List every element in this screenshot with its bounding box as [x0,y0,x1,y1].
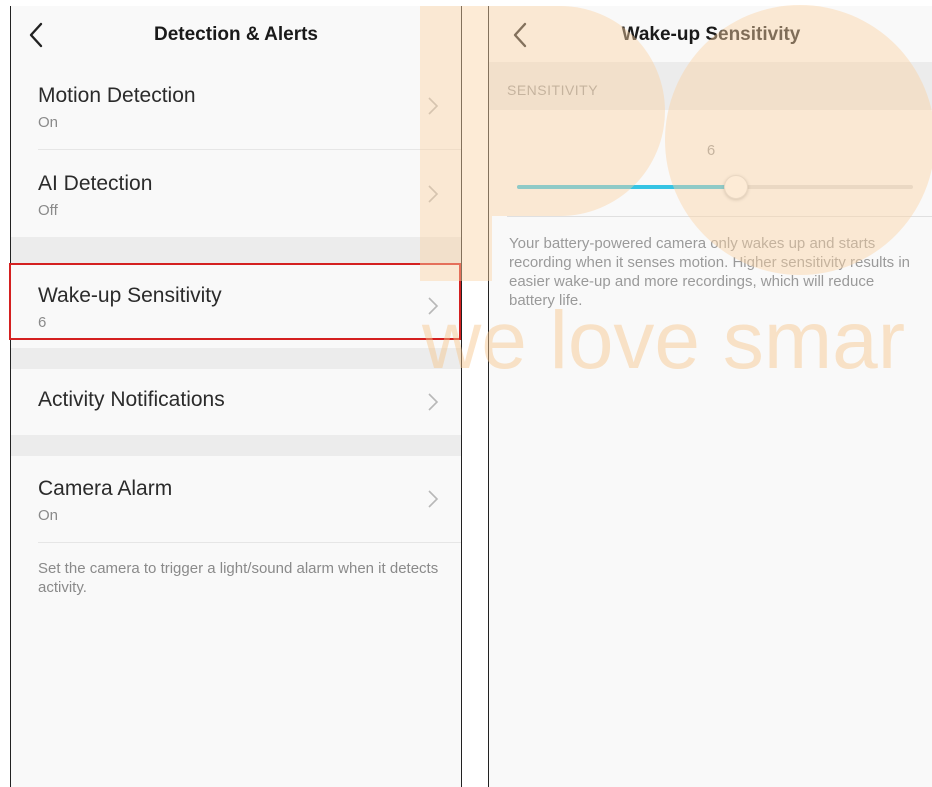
section-gap [11,348,461,369]
sensitivity-description: Your battery-powered camera only wakes u… [509,235,911,309]
row-wake-up-sensitivity[interactable]: Wake-up Sensitivity 6 [11,263,461,348]
row-status: 6 [38,314,47,331]
chevron-right-icon [428,297,439,315]
chevron-right-icon [428,185,439,203]
wake-up-sensitivity-screen: Wake-up Sensitivity SENSITIVITY 6 Your b… [488,6,932,787]
section-divider [507,216,932,217]
sensitivity-slider[interactable] [517,175,913,199]
page-title: Wake-up Sensitivity [621,24,801,45]
camera-alarm-footnote: Set the camera to trigger a light/sound … [38,560,439,596]
row-status: On [38,114,59,131]
slider-fill [517,185,735,189]
row-status: Off [38,202,58,219]
section-gap [11,237,461,263]
chevron-right-icon [428,97,439,115]
row-title: AI Detection [38,172,153,195]
detection-alerts-screen: Detection & Alerts Motion Detection On A… [10,6,462,787]
row-title: Motion Detection [38,84,196,107]
row-status: On [38,507,59,524]
row-title: Wake-up Sensitivity [38,284,222,307]
row-divider [38,542,461,543]
section-gap [11,435,461,456]
chevron-right-icon [428,393,439,411]
nav-bar: Wake-up Sensitivity [489,6,932,62]
chevron-right-icon [428,490,439,508]
section-header: SENSITIVITY [489,62,932,110]
row-title: Camera Alarm [38,477,173,500]
slider-thumb[interactable] [723,175,748,199]
nav-bar: Detection & Alerts [11,6,461,62]
page-title: Detection & Alerts [154,24,318,45]
row-camera-alarm[interactable]: Camera Alarm On [11,456,461,542]
section-header-label: SENSITIVITY [507,82,599,98]
row-motion-detection[interactable]: Motion Detection On [11,62,461,150]
row-ai-detection[interactable]: AI Detection Off [11,150,461,237]
slider-value: 6 [706,142,716,159]
row-activity-notifications[interactable]: Activity Notifications [11,369,461,435]
row-title: Activity Notifications [38,388,225,411]
